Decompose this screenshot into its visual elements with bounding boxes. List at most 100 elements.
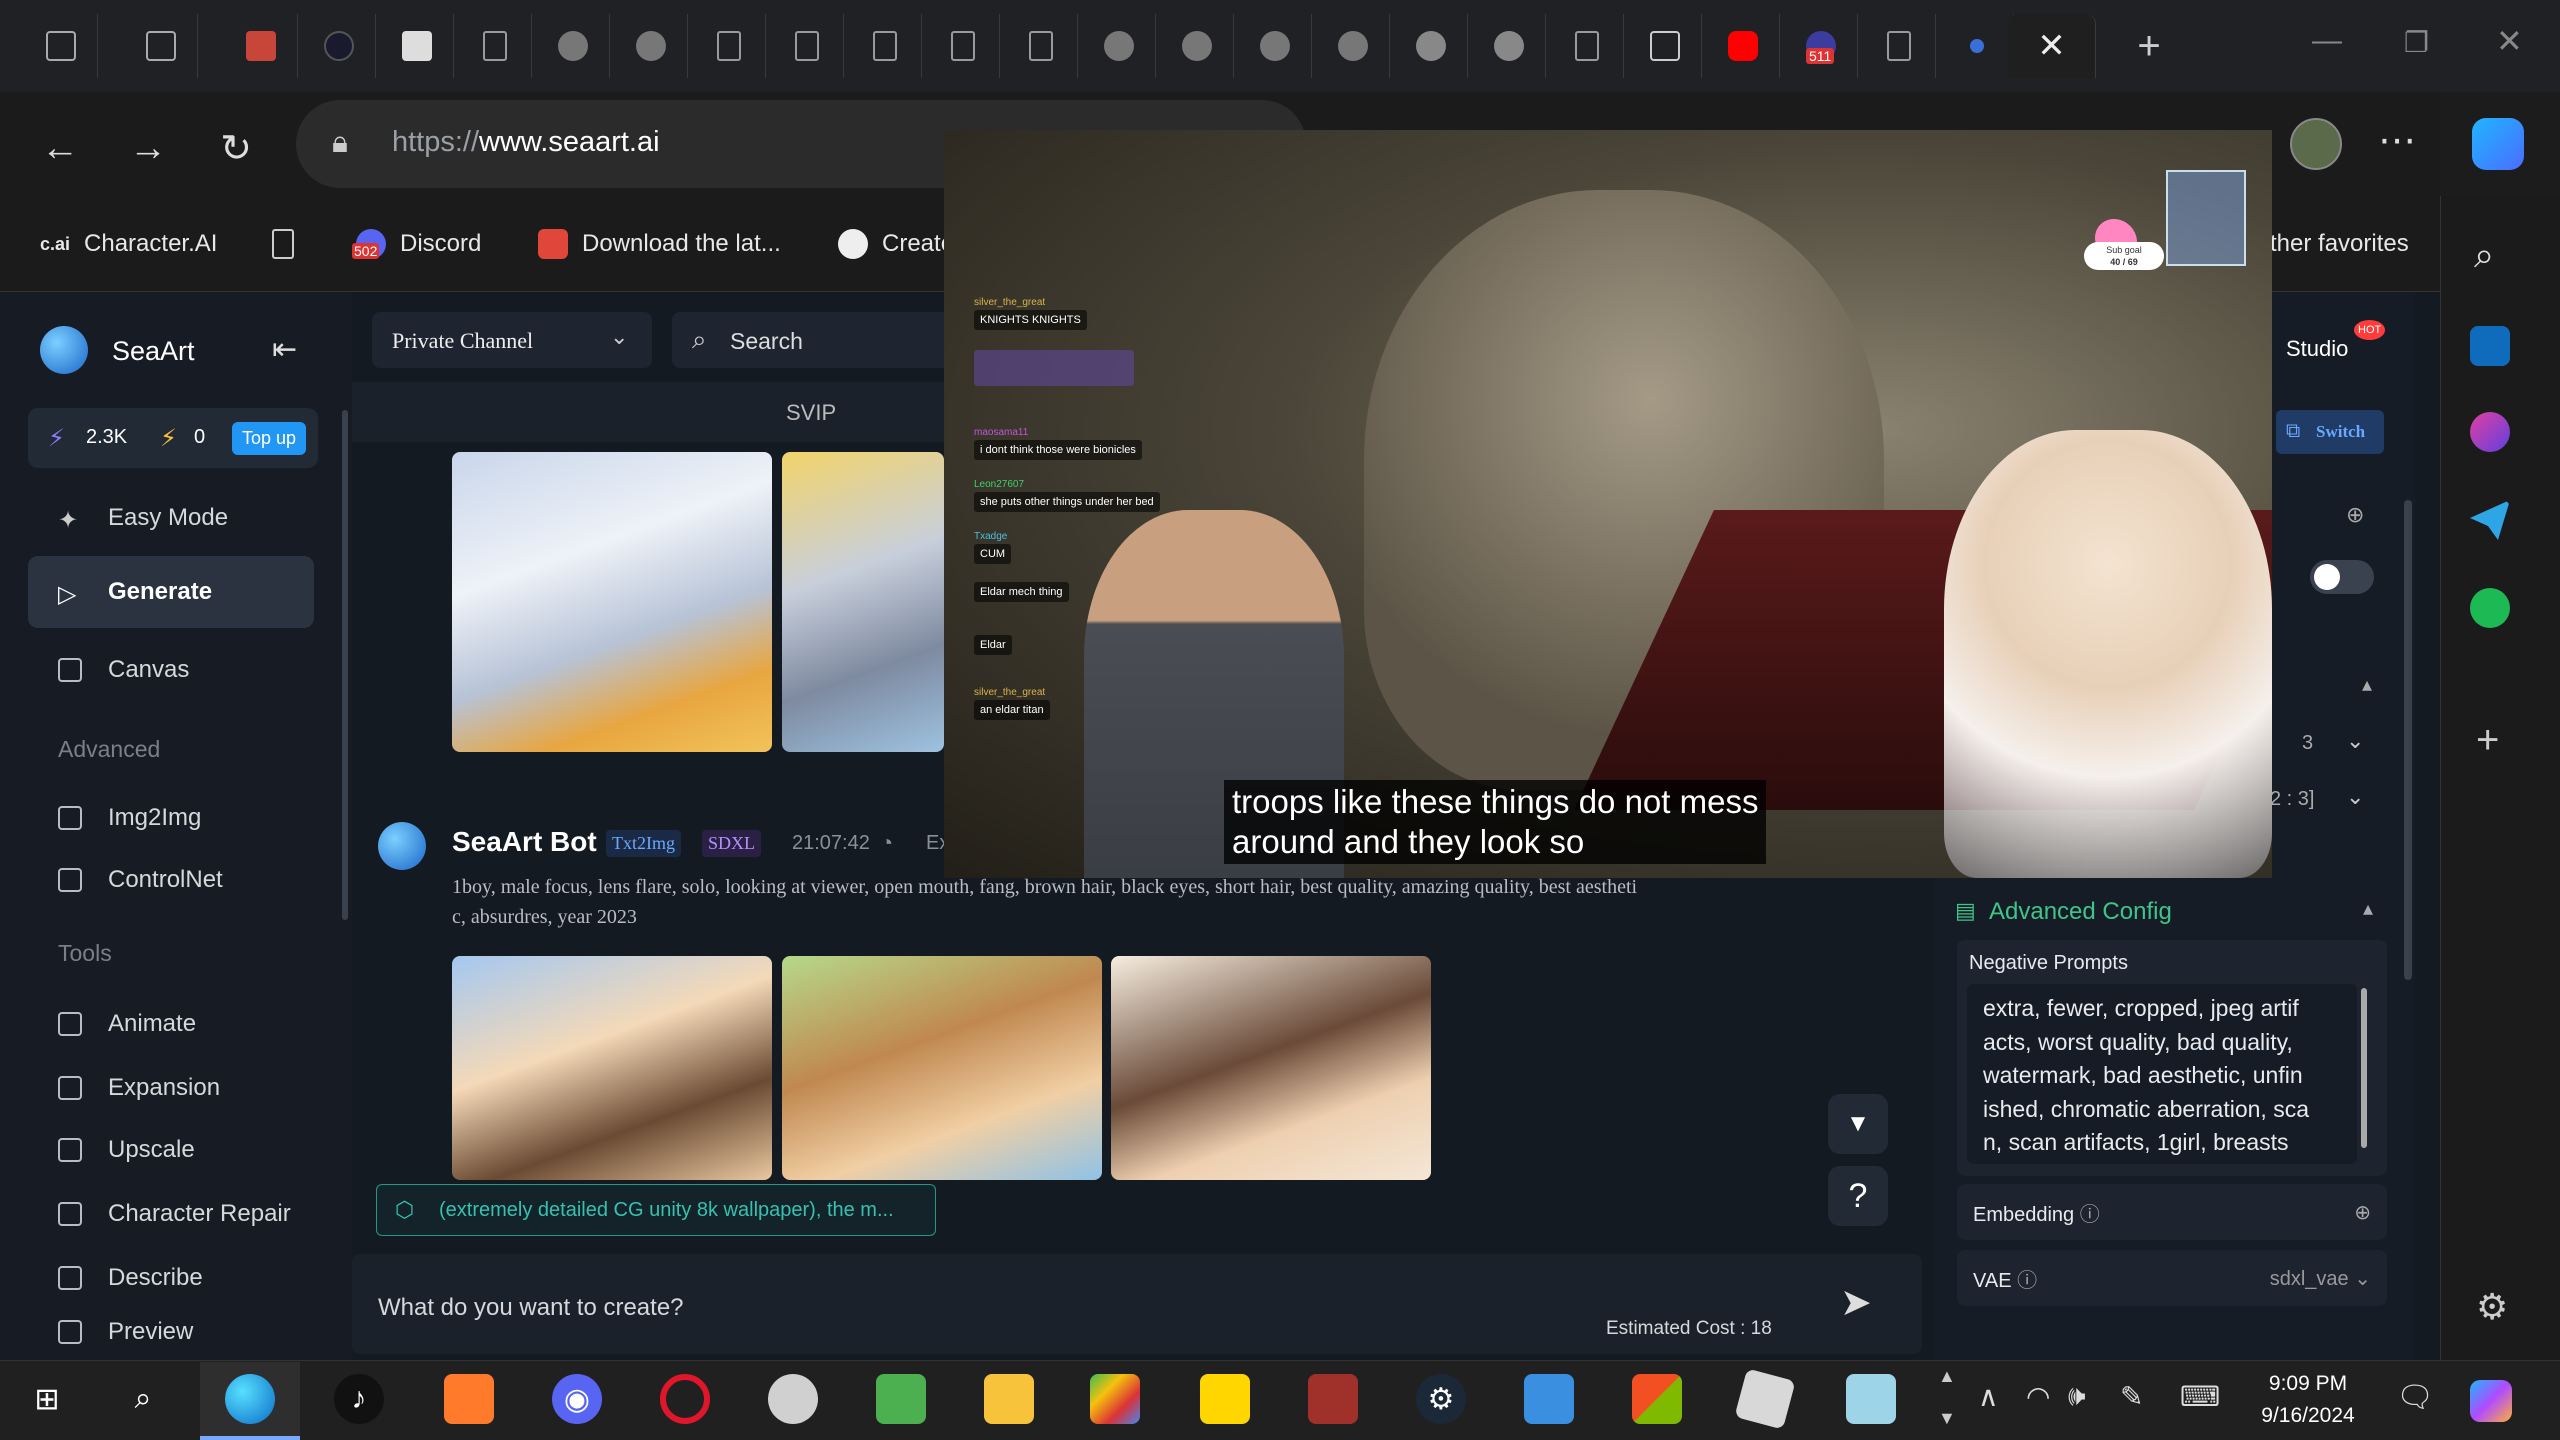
taskbar-app[interactable]	[1846, 1374, 1896, 1424]
nav-generate[interactable]: ▷ Generate	[28, 556, 314, 628]
wifi-icon[interactable]: ◠	[2026, 1380, 2050, 1413]
copilot-icon[interactable]	[2470, 1380, 2512, 1422]
chevron-down-icon[interactable]: ⌄	[2346, 728, 2364, 754]
other-favorites[interactable]: ther favorites	[2270, 224, 2409, 264]
nav-animate[interactable]: Animate	[28, 988, 314, 1060]
taskbar-file-explorer[interactable]	[984, 1374, 1034, 1424]
tab[interactable]	[692, 14, 766, 78]
topup-button[interactable]: Top up	[232, 422, 307, 455]
nav-canvas[interactable]: Canvas	[28, 634, 314, 706]
generated-image[interactable]	[452, 956, 772, 1180]
add-sidebar-app-icon[interactable]: +	[2476, 718, 2499, 763]
nav-scrollbar[interactable]	[342, 410, 348, 920]
tab[interactable]	[1004, 14, 1078, 78]
send-icon[interactable]: ➤	[1840, 1280, 1872, 1325]
negative-prompts-input[interactable]: extra, fewer, cropped, jpeg artif acts, …	[1967, 984, 2357, 1164]
add-icon[interactable]: ⊕	[2346, 502, 2364, 528]
tab[interactable]	[1082, 14, 1156, 78]
nav-upscale[interactable]: Upscale	[28, 1114, 314, 1186]
lock-icon[interactable]: 🔒︎	[332, 126, 348, 160]
volume-icon[interactable]: 🕪︎	[2068, 1380, 2086, 1413]
close-tab-icon[interactable]: ✕	[2037, 26, 2066, 66]
minimize-button[interactable]: —	[2312, 24, 2342, 58]
tab[interactable]	[1628, 14, 1702, 78]
more-options-icon[interactable]: ⋯	[2378, 118, 2416, 163]
designer-icon[interactable]	[2470, 412, 2510, 452]
favorite-download[interactable]: Download the lat...	[538, 224, 781, 264]
panel-scrollbar[interactable]	[2404, 500, 2412, 980]
create-input[interactable]: What do you want to create? Estimated Co…	[352, 1254, 1922, 1354]
nav-preview[interactable]: Preview	[28, 1306, 314, 1358]
forward-button[interactable]: →	[120, 120, 176, 176]
tab[interactable]	[926, 14, 1000, 78]
spotify-icon[interactable]	[2470, 588, 2510, 628]
clock[interactable]: 9:09 PM 9/16/2024	[2248, 1368, 2368, 1432]
back-button[interactable]: ←	[32, 120, 88, 176]
tab[interactable]	[536, 14, 610, 78]
switch-button[interactable]: ⧉ Switch	[2276, 410, 2384, 454]
tab-youtube[interactable]	[1706, 14, 1780, 78]
info-icon[interactable]: ⓘ	[2017, 1270, 2037, 1292]
tab[interactable]	[380, 14, 454, 78]
tab[interactable]	[1472, 14, 1546, 78]
generated-image[interactable]	[782, 452, 944, 752]
profile-avatar[interactable]	[2290, 118, 2342, 170]
textarea-scrollbar[interactable]	[2361, 988, 2367, 1148]
outlook-icon[interactable]	[2470, 326, 2510, 366]
info-icon[interactable]: ⓘ	[2080, 1204, 2100, 1226]
taskbar-app[interactable]	[1524, 1374, 1574, 1424]
embedding-row[interactable]: Embedding ⓘ ⊕	[1957, 1184, 2387, 1240]
taskbar-app[interactable]	[1090, 1374, 1140, 1424]
new-tab-button[interactable]: +	[2112, 14, 2186, 78]
tab[interactable]	[302, 14, 376, 78]
studio-link[interactable]: Studio	[2286, 336, 2348, 362]
nav-describe[interactable]: Describe	[28, 1242, 314, 1314]
chevron-up-icon[interactable]: ▴	[2362, 672, 2372, 697]
copilot-icon[interactable]	[2472, 118, 2524, 170]
tab[interactable]	[1862, 14, 1936, 78]
close-window-button[interactable]: ✕	[2496, 22, 2523, 60]
show-hidden-icons[interactable]: ∧	[1978, 1380, 1999, 1413]
active-tab[interactable]: ✕	[2008, 14, 2096, 78]
tab[interactable]	[1394, 14, 1468, 78]
generated-image[interactable]	[1111, 956, 1431, 1180]
pen-icon[interactable]: ✎	[2120, 1380, 2143, 1413]
favorite-create[interactable]: Create	[838, 224, 954, 264]
tab[interactable]: 511	[1784, 14, 1858, 78]
taskbar-app[interactable]	[876, 1374, 926, 1424]
tab[interactable]	[1238, 14, 1312, 78]
tab[interactable]	[614, 14, 688, 78]
start-button[interactable]: ⊞	[22, 1374, 72, 1424]
advanced-config-header[interactable]: ▤ Advanced Config ▴	[1955, 896, 2395, 930]
tab[interactable]	[1550, 14, 1624, 78]
taskbar-app[interactable]	[768, 1374, 818, 1424]
favorite-discord[interactable]: 502 Discord	[352, 224, 481, 264]
tab[interactable]	[770, 14, 844, 78]
help-button[interactable]: ?	[1828, 1166, 1888, 1226]
taskbar-scroll-up[interactable]: ▲	[1938, 1366, 1956, 1387]
notifications-icon[interactable]: 🗨︎	[2396, 1380, 2434, 1415]
taskbar-discord[interactable]: ◉	[552, 1374, 602, 1424]
scroll-down-button[interactable]: ▼	[1828, 1094, 1888, 1154]
search-input[interactable]: ⌕ Search	[672, 312, 972, 368]
taskbar-scroll-down[interactable]: ▼	[1938, 1408, 1956, 1429]
tab[interactable]	[224, 14, 298, 78]
favorite-document[interactable]	[272, 224, 294, 264]
nav-controlnet[interactable]: ControlNet	[28, 844, 314, 916]
tab-vertical-icon[interactable]	[124, 14, 198, 78]
taskbar-opera[interactable]	[660, 1374, 710, 1424]
refresh-button[interactable]: ↻	[208, 120, 264, 176]
add-icon[interactable]: ⊕	[2354, 1200, 2371, 1225]
tab[interactable]	[1160, 14, 1234, 78]
tab[interactable]	[1316, 14, 1390, 78]
picture-in-picture-video[interactable]: Sub goal 40 / 69 silver_the_great KNIGHTS…	[944, 130, 2272, 878]
search-button[interactable]: ⌕	[118, 1374, 168, 1424]
search-icon[interactable]: ⌕	[2474, 234, 2494, 277]
tab-actions-icon[interactable]	[24, 14, 98, 78]
prompt-chip[interactable]: ⬡ (extremely detailed CG unity 8k wallpa…	[376, 1184, 936, 1236]
vae-row[interactable]: VAE ⓘ sdxl_vae ⌄	[1957, 1250, 2387, 1306]
taskbar-app[interactable]	[444, 1374, 494, 1424]
taskbar-sticky-notes[interactable]	[1200, 1374, 1250, 1424]
taskbar-store[interactable]	[1632, 1374, 1682, 1424]
nav-easy-mode[interactable]: ✦ Easy Mode	[28, 482, 314, 554]
